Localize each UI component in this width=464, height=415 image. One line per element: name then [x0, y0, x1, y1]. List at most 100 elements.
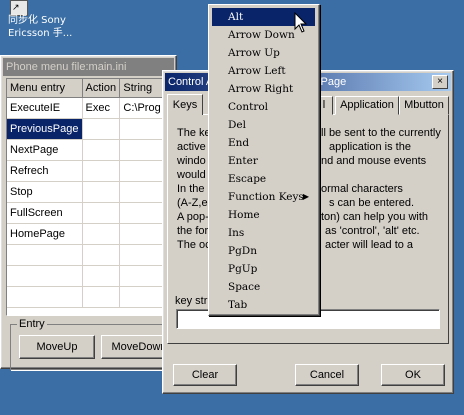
cell-string[interactable]	[119, 118, 167, 140]
table-row[interactable]: FullScreen	[7, 202, 167, 224]
submenu-arrow-icon: ▶	[302, 192, 309, 201]
menu-item-enter[interactable]: Enter	[212, 152, 315, 170]
menu-item-function-keys[interactable]: Function Keys ▶	[212, 188, 315, 206]
menu-item-pgdn[interactable]: PgDn	[212, 242, 315, 260]
column-header-string[interactable]: String	[119, 79, 167, 98]
cell-action[interactable]	[82, 265, 121, 287]
table-row[interactable]	[7, 286, 167, 308]
cell-menu-entry[interactable]	[7, 286, 83, 308]
help-line-2-left: active	[177, 141, 206, 153]
menu-item-label: Arrow Left	[228, 65, 286, 77]
help-line-1-right: ll be sent to the currently	[321, 127, 441, 139]
cell-action[interactable]	[82, 181, 121, 203]
menu-item-arrow-right[interactable]: Arrow Right	[212, 80, 315, 98]
help-line-3-left: windo	[177, 155, 206, 167]
table-row[interactable]: NextPage	[7, 139, 167, 161]
table-row[interactable]: PreviousPage	[7, 118, 167, 140]
menu-item-label: Alt	[228, 11, 244, 23]
menu-item-arrow-up[interactable]: Arrow Up	[212, 44, 315, 62]
control-window-title: Control A	[168, 76, 214, 88]
help-line-6-right: s can be entered.	[329, 197, 415, 209]
help-line-3-right: nd and mouse events	[321, 155, 427, 167]
menu-item-label: Tab	[228, 299, 248, 311]
cell-string[interactable]	[119, 139, 167, 161]
help-text-right: ll be sent to the currently application …	[321, 126, 441, 252]
cell-string[interactable]	[119, 286, 167, 308]
cell-action[interactable]	[82, 223, 121, 245]
menu-item-ins[interactable]: Ins	[212, 224, 315, 242]
entry-group-label: Entry	[17, 318, 47, 330]
cell-string[interactable]	[119, 160, 167, 182]
cell-action[interactable]: Exec	[82, 97, 121, 119]
help-line-5-left: In the '	[177, 183, 210, 195]
cell-menu-entry-selected[interactable]: PreviousPage	[7, 118, 83, 140]
mouse-cursor-icon	[294, 12, 308, 33]
cell-string[interactable]	[119, 244, 167, 266]
shortcut-label-line1: 同步化 Sony	[8, 15, 66, 26]
cell-menu-entry[interactable]: Refrech	[7, 160, 83, 182]
table-row[interactable]: Stop	[7, 181, 167, 203]
help-line-1-left: The ke	[177, 127, 211, 139]
help-line-7-right: ton) can help you with	[321, 211, 429, 223]
help-line-4-right	[321, 168, 441, 182]
cell-string[interactable]: C:\Prog	[119, 97, 167, 119]
table-row[interactable]: Refrech	[7, 160, 167, 182]
help-line-6-left: (A-Z,e	[177, 197, 208, 209]
menu-item-label: End	[228, 137, 250, 149]
menu-item-label: Home	[228, 209, 260, 221]
menu-item-escape[interactable]: Escape	[212, 170, 315, 188]
cell-action[interactable]	[82, 160, 121, 182]
cell-menu-entry[interactable]: NextPage	[7, 139, 83, 161]
tab-keys[interactable]: Keys	[167, 94, 203, 115]
table-row[interactable]	[7, 244, 167, 266]
help-line-5-right: ormal characters	[321, 183, 403, 195]
cell-action[interactable]	[82, 139, 121, 161]
menu-item-del[interactable]: Del	[212, 116, 315, 134]
help-line-8-left: the for	[177, 225, 209, 237]
cell-menu-entry[interactable]	[7, 265, 83, 287]
tab-application[interactable]: Application	[335, 96, 399, 115]
help-line-9-right: acter will lead to a	[325, 239, 414, 251]
menu-item-end[interactable]: End	[212, 134, 315, 152]
clear-button[interactable]: Clear	[173, 364, 237, 386]
menu-item-label: Function Keys	[228, 191, 304, 203]
cell-action[interactable]	[82, 244, 121, 266]
menu-item-control[interactable]: Control	[212, 98, 315, 116]
menu-item-label: Del	[228, 119, 246, 131]
cell-menu-entry[interactable]: Stop	[7, 181, 83, 203]
cell-string[interactable]	[119, 181, 167, 203]
help-text-left: The ke active windo would In the ' (A-Z,…	[177, 126, 211, 252]
menu-item-label: Arrow Right	[228, 83, 294, 95]
tab-mbutton[interactable]: Mbutton	[399, 96, 449, 115]
cell-menu-entry[interactable]: FullScreen	[7, 202, 83, 224]
cell-action[interactable]	[82, 202, 121, 224]
cell-string[interactable]	[119, 265, 167, 287]
cell-string[interactable]	[119, 223, 167, 245]
column-header-menu-entry[interactable]: Menu entry	[7, 79, 83, 98]
menu-item-arrow-left[interactable]: Arrow Left	[212, 62, 315, 80]
table-row[interactable]	[7, 265, 167, 287]
menu-item-label: Ins	[228, 227, 245, 239]
phone-window-title: Phone menu file:main.ini	[3, 58, 174, 76]
ok-button[interactable]: OK	[381, 364, 445, 386]
menu-item-label: PgDn	[228, 245, 257, 257]
menu-item-label: Arrow Down	[228, 29, 295, 41]
cell-menu-entry[interactable]	[7, 244, 83, 266]
menu-item-space[interactable]: Space	[212, 278, 315, 296]
cell-menu-entry[interactable]: HomePage	[7, 223, 83, 245]
cancel-button[interactable]: Cancel	[295, 364, 359, 386]
cell-menu-entry[interactable]: ExecuteIE	[7, 97, 83, 119]
menu-item-home[interactable]: Home	[212, 206, 315, 224]
cell-string[interactable]	[119, 202, 167, 224]
cell-action[interactable]	[82, 286, 121, 308]
cell-action[interactable]	[82, 118, 121, 140]
moveup-button[interactable]: MoveUp	[19, 335, 95, 359]
menu-item-tab[interactable]: Tab	[212, 296, 315, 314]
close-button[interactable]: ×	[432, 75, 448, 89]
table-row[interactable]: ExecuteIE Exec C:\Prog	[7, 97, 167, 119]
menu-item-pgup[interactable]: PgUp	[212, 260, 315, 278]
key-popup-menu[interactable]: Alt Arrow Down Arrow Up Arrow Left Arrow Rig…	[208, 4, 320, 316]
menu-entry-grid[interactable]: Menu entry Action String ExecuteIE Exec …	[6, 78, 168, 316]
table-row[interactable]: HomePage	[7, 223, 167, 245]
column-header-action[interactable]: Action	[82, 79, 121, 98]
